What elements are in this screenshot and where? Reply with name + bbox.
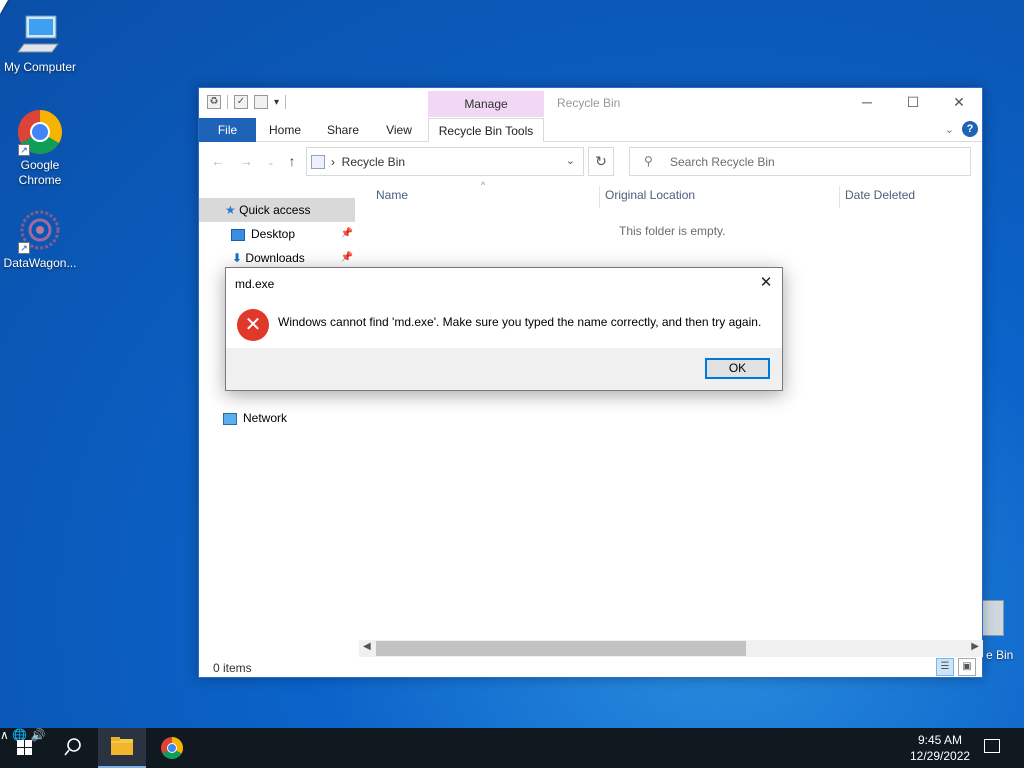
desktop-icon-label: Google Chrome: [18, 158, 62, 187]
desktop-icon-my-computer[interactable]: My Computer: [0, 10, 80, 75]
recycle-bin-icon: [980, 600, 1004, 636]
tab-file[interactable]: File: [199, 118, 256, 142]
taskbar-chrome[interactable]: [148, 728, 196, 768]
dialog-footer: OK: [226, 348, 782, 390]
navigation-pane: ★ Quick access Desktop 📌 ⬇ Downloads 📌 N…: [199, 198, 359, 638]
dialog-title: md.exe: [235, 277, 275, 291]
shortcut-arrow-icon: ↗: [18, 242, 30, 254]
tab-manage[interactable]: Manage: [428, 91, 544, 117]
desktop-folder-icon: [231, 228, 245, 241]
large-icons-view-icon[interactable]: ▣: [958, 658, 976, 676]
minimize-button[interactable]: ─: [844, 88, 890, 116]
nav-item-label: Downloads: [245, 251, 305, 265]
error-dialog: md.exe ✕ ✕ Windows cannot find 'md.exe'.…: [225, 267, 783, 391]
properties-icon[interactable]: ✓: [234, 95, 248, 109]
error-icon: ✕: [237, 309, 269, 341]
desktop-icon-label: DataWagon...: [3, 256, 77, 270]
dialog-message: Windows cannot find 'md.exe'. Make sure …: [278, 315, 762, 329]
clock[interactable]: 9:45 AM 12/29/2022: [910, 732, 970, 764]
ribbon-tabs: File Home Share View Recycle Bin Tools ⌄…: [199, 118, 982, 142]
navigation-bar: ← → ⌄ ↑ › Recycle Bin ⌄ ↻ ⚲ Search Recyc…: [199, 144, 982, 180]
nav-item-label: Network: [243, 411, 288, 425]
column-header-date-deleted[interactable]: Date Deleted: [845, 188, 915, 202]
network-icon: [223, 412, 237, 425]
taskbar-file-explorer[interactable]: [98, 728, 146, 768]
quick-access-toolbar: ♻ ✓ ▾: [207, 95, 287, 109]
new-folder-icon[interactable]: [254, 95, 268, 109]
divider[interactable]: [839, 186, 840, 208]
clock-date: 12/29/2022: [910, 749, 971, 763]
tab-recycle-bin-tools[interactable]: Recycle Bin Tools: [428, 118, 544, 142]
refresh-button[interactable]: ↻: [588, 147, 614, 176]
clock-time: 9:45 AM: [917, 733, 963, 747]
expand-ribbon-icon[interactable]: ⌄: [945, 123, 954, 136]
nav-item-label: Quick access: [239, 203, 311, 217]
scroll-right-icon[interactable]: ▶: [971, 641, 979, 652]
help-icon[interactable]: ?: [962, 121, 978, 137]
notification-center-icon[interactable]: [984, 739, 1000, 753]
dialog-close-button[interactable]: ✕: [750, 268, 782, 298]
desktop-icon-label: e Bin: [986, 648, 1014, 662]
divider: [227, 95, 228, 109]
scroll-left-icon[interactable]: ◀: [363, 641, 371, 652]
column-header-name[interactable]: Name: [376, 188, 408, 202]
search-input[interactable]: Search Recycle Bin: [670, 155, 775, 169]
recent-locations-icon[interactable]: ⌄: [267, 153, 275, 171]
horizontal-scrollbar[interactable]: ◀ ▶: [359, 640, 983, 657]
desktop-icon-label: My Computer: [3, 60, 77, 74]
file-list[interactable]: ^ Name Original Location Date Deleted Th…: [359, 180, 983, 640]
pin-icon: 📌: [340, 228, 353, 239]
recycle-bin-small-icon: [311, 155, 325, 169]
search-icon: ⚲: [644, 154, 653, 168]
search-box[interactable]: ⚲ Search Recycle Bin: [629, 147, 971, 176]
forward-arrow-icon[interactable]: →: [239, 153, 253, 171]
scrollbar-thumb[interactable]: [376, 641, 746, 656]
chevron-down-icon[interactable]: ⌄: [566, 154, 575, 167]
details-view-icon[interactable]: ☰: [936, 658, 954, 676]
tab-view[interactable]: View: [375, 118, 423, 142]
windows-logo-icon: [17, 740, 32, 755]
maximize-button[interactable]: ☐: [890, 88, 936, 116]
shortcut-arrow-icon: ↗: [18, 144, 30, 156]
tab-share[interactable]: Share: [319, 118, 367, 142]
title-bar[interactable]: ♻ ✓ ▾ Manage Recycle Bin ─ ☐ ✕: [199, 88, 982, 118]
window-title: Recycle Bin: [557, 96, 621, 110]
ok-button[interactable]: OK: [705, 358, 770, 379]
empty-folder-message: This folder is empty.: [619, 224, 726, 238]
address-bar[interactable]: › Recycle Bin ⌄: [306, 147, 584, 176]
divider: [285, 95, 287, 109]
start-button[interactable]: [0, 728, 48, 768]
download-arrow-icon: ⬇: [232, 251, 243, 265]
star-icon: ★: [225, 203, 236, 217]
desktop-icon-google-chrome[interactable]: ↗ Google Chrome: [0, 108, 80, 188]
item-count: 0 items: [213, 661, 252, 675]
recycle-bin-small-icon: ♻: [207, 95, 221, 109]
chrome-icon: [161, 737, 183, 759]
chrome-icon: ↗: [16, 108, 64, 156]
nav-item-label: Desktop: [251, 227, 296, 241]
search-icon: [64, 738, 81, 756]
tab-home[interactable]: Home: [261, 118, 309, 142]
nav-item-network[interactable]: Network: [199, 406, 355, 430]
folder-icon: [111, 737, 133, 755]
datawagon-icon: ↗: [16, 206, 64, 254]
nav-item-desktop[interactable]: Desktop 📌: [199, 222, 355, 246]
up-arrow-icon[interactable]: ↑: [289, 153, 296, 171]
sort-up-icon: ^: [481, 180, 486, 190]
back-arrow-icon[interactable]: ←: [211, 153, 225, 171]
search-button[interactable]: [48, 728, 96, 768]
taskbar: ∧ 🌐 🔊 9:45 AM 12/29/2022: [0, 728, 1024, 768]
computer-icon: [16, 10, 64, 58]
customize-qat-icon[interactable]: ▾: [274, 97, 279, 108]
breadcrumb[interactable]: › Recycle Bin: [331, 155, 405, 169]
column-header-original-location[interactable]: Original Location: [605, 188, 695, 202]
nav-item-quick-access[interactable]: ★ Quick access: [199, 198, 355, 222]
status-bar: 0 items ☰ ▣: [199, 658, 982, 678]
close-button[interactable]: ✕: [936, 88, 982, 116]
desktop-icon-datawagon[interactable]: ↗ DataWagon...: [0, 206, 80, 271]
divider[interactable]: [599, 186, 600, 208]
breadcrumb-recycle-bin[interactable]: Recycle Bin: [342, 155, 405, 169]
